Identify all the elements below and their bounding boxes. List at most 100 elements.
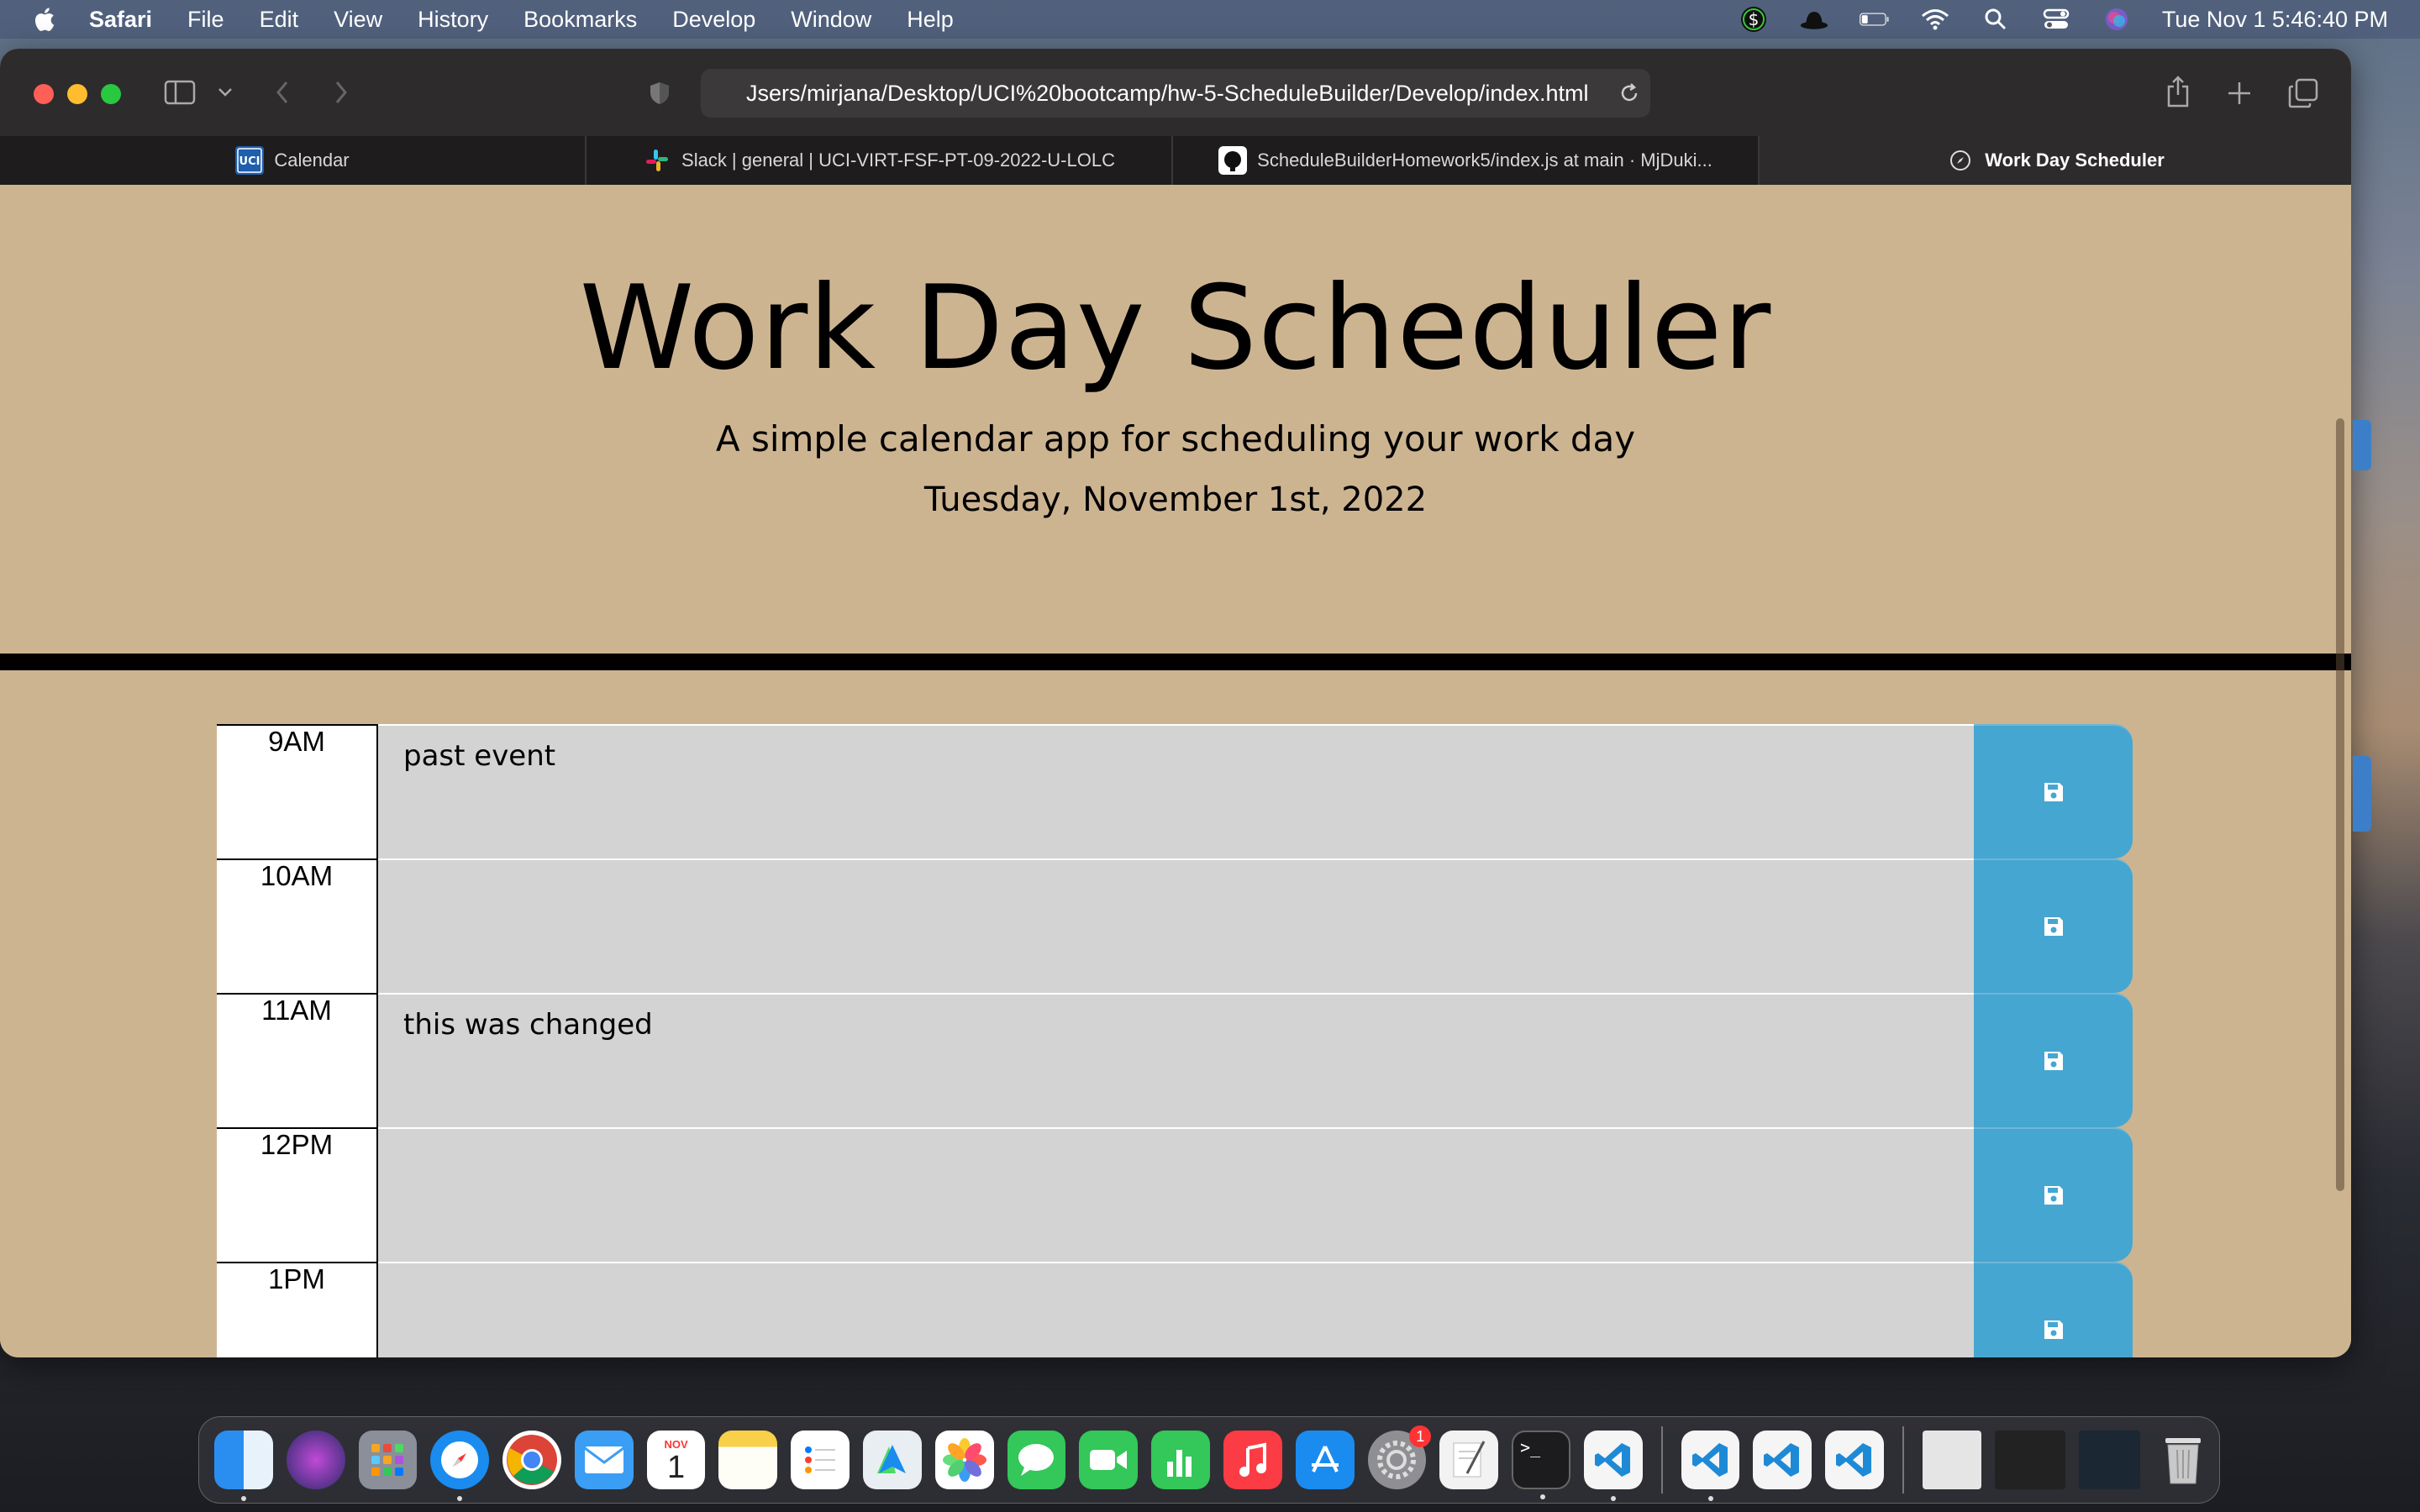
jumbotron: Work Day Scheduler A simple calendar app… <box>0 185 2351 605</box>
hat-icon[interactable] <box>1799 7 1829 32</box>
window-thumbnail-icon[interactable] <box>2078 1431 2141 1489</box>
window-thumbnail-icon[interactable] <box>1994 1431 2065 1489</box>
settings-badge: 1 <box>1409 1425 1432 1447</box>
terminal-icon[interactable]: >_ <box>1512 1431 1570 1499</box>
slack-icon <box>643 146 671 175</box>
menubar-clock[interactable]: Tue Nov 1 5:46:40 PM <box>2162 7 2388 33</box>
tab-work-day-scheduler[interactable]: Work Day Scheduler <box>1760 136 2351 185</box>
app-store-icon[interactable] <box>1295 1431 1355 1489</box>
hour-label: 12PM <box>217 1127 378 1262</box>
event-textarea[interactable] <box>378 1127 1974 1262</box>
svg-text:$: $ <box>1748 9 1759 29</box>
tab-slack[interactable]: Slack | general | UCI-VIRT-FSF-PT-09-202… <box>587 136 1173 185</box>
search-icon[interactable] <box>1981 7 2011 32</box>
peek-blue-block <box>2353 420 2371 470</box>
minimize-window-button[interactable] <box>67 84 87 104</box>
event-textarea[interactable]: past event <box>378 724 1974 858</box>
system-settings-icon[interactable]: 1 <box>1367 1425 1432 1489</box>
document-thumbnail-icon[interactable] <box>1922 1431 1981 1489</box>
share-icon[interactable] <box>2163 74 2193 109</box>
page-content: Work Day Scheduler A simple calendar app… <box>0 185 2351 1357</box>
maps-icon[interactable] <box>863 1431 922 1489</box>
photos-icon[interactable] <box>934 1431 994 1489</box>
menu-history[interactable]: History <box>418 7 488 33</box>
menu-view[interactable]: View <box>334 7 382 33</box>
save-button[interactable] <box>1974 1127 2133 1262</box>
close-window-button[interactable] <box>34 84 54 104</box>
scrollbar[interactable] <box>2334 418 2346 1191</box>
time-block: 10AM <box>217 858 2133 993</box>
uci-icon: UCI <box>235 146 265 175</box>
menu-bookmarks[interactable]: Bookmarks <box>523 7 637 33</box>
menu-window[interactable]: Window <box>791 7 871 33</box>
vscode-icon[interactable] <box>1583 1431 1643 1501</box>
dock-separator <box>1902 1426 1904 1494</box>
reminders-icon[interactable] <box>791 1431 850 1489</box>
tab-github[interactable]: ScheduleBuilderHomework5/index.js at mai… <box>1173 136 1760 185</box>
address-bar[interactable]: Jsers/mirjana/Desktop/UCI%20bootcamp/hw-… <box>701 69 1650 118</box>
app-menu[interactable]: Safari <box>89 7 152 33</box>
tab-calendar[interactable]: UCI Calendar <box>0 136 587 185</box>
battery-icon[interactable] <box>1859 7 1890 32</box>
messages-icon[interactable] <box>1007 1431 1066 1489</box>
privacy-shield-icon[interactable] <box>647 79 672 108</box>
numbers-icon[interactable] <box>1151 1431 1210 1489</box>
vscode-window-icon[interactable] <box>1825 1431 1884 1489</box>
hour-label: 10AM <box>217 858 378 993</box>
trash-icon[interactable] <box>2154 1431 2212 1489</box>
menu-bar: Safari File Edit View History Bookmarks … <box>0 0 2420 39</box>
menu-develop[interactable]: Develop <box>672 7 755 33</box>
time-block: 12PM <box>217 1127 2133 1262</box>
wifi-icon[interactable] <box>1920 7 1950 32</box>
forward-icon[interactable] <box>329 79 353 106</box>
save-icon <box>2044 917 2063 936</box>
tab-bar: UCI Calendar Slack | general | UCI-VIRT-… <box>0 136 2351 185</box>
textedit-icon[interactable] <box>1439 1431 1499 1489</box>
scrollbar-thumb[interactable] <box>2336 418 2344 1191</box>
background-window-peek <box>2353 67 2420 1361</box>
safari-window: Jsers/mirjana/Desktop/UCI%20bootcamp/hw-… <box>0 49 2351 1357</box>
reload-icon[interactable] <box>1617 81 1642 106</box>
calendar-dock-icon[interactable]: NOV 1 <box>646 1431 706 1489</box>
music-icon[interactable] <box>1223 1431 1282 1489</box>
notes-icon[interactable] <box>718 1431 778 1489</box>
dollar-app-icon[interactable]: $ <box>1739 7 1769 32</box>
page-title: Work Day Scheduler <box>579 260 1772 396</box>
save-button[interactable] <box>1974 1262 2133 1357</box>
save-icon <box>2044 1320 2063 1339</box>
github-icon <box>1218 146 1248 175</box>
vscode-window-icon[interactable] <box>1753 1431 1812 1489</box>
save-button[interactable] <box>1974 858 2133 993</box>
apple-icon[interactable] <box>32 6 55 33</box>
menu-help[interactable]: Help <box>907 7 954 33</box>
time-block: 11AM this was changed <box>217 993 2133 1127</box>
save-button[interactable] <box>1974 993 2133 1127</box>
new-tab-icon[interactable] <box>2225 79 2254 108</box>
siri-icon[interactable] <box>2102 7 2132 32</box>
vscode-window-icon[interactable] <box>1681 1431 1740 1501</box>
control-center-icon[interactable] <box>2041 7 2071 32</box>
event-textarea[interactable] <box>378 1262 1974 1357</box>
tab-overview-icon[interactable] <box>2287 77 2319 109</box>
time-block-list: 9AM past event 10AM 11AM this was change… <box>217 724 2133 1357</box>
siri-dock-icon[interactable] <box>286 1431 345 1489</box>
safari-dock-icon[interactable] <box>430 1431 490 1501</box>
chrome-icon[interactable] <box>502 1431 561 1489</box>
sidebar-icon[interactable] <box>163 77 197 108</box>
launchpad-icon[interactable] <box>358 1431 418 1489</box>
event-textarea[interactable]: this was changed <box>378 993 1974 1127</box>
chevron-down-icon[interactable] <box>215 82 235 102</box>
menu-edit[interactable]: Edit <box>260 7 299 33</box>
facetime-icon[interactable] <box>1079 1431 1139 1489</box>
peek-blue-block <box>2353 756 2371 832</box>
back-icon[interactable] <box>271 79 294 106</box>
fullscreen-window-button[interactable] <box>101 84 121 104</box>
event-textarea[interactable] <box>378 858 1974 993</box>
address-url[interactable]: Jsers/mirjana/Desktop/UCI%20bootcamp/hw-… <box>746 81 1588 107</box>
tab-label: Slack | general | UCI-VIRT-FSF-PT-09-202… <box>681 150 1115 171</box>
save-button[interactable] <box>1974 724 2133 858</box>
menu-file[interactable]: File <box>187 7 224 33</box>
finder-icon[interactable] <box>214 1431 273 1501</box>
mail-icon[interactable] <box>574 1431 634 1489</box>
header-divider <box>0 654 2351 670</box>
